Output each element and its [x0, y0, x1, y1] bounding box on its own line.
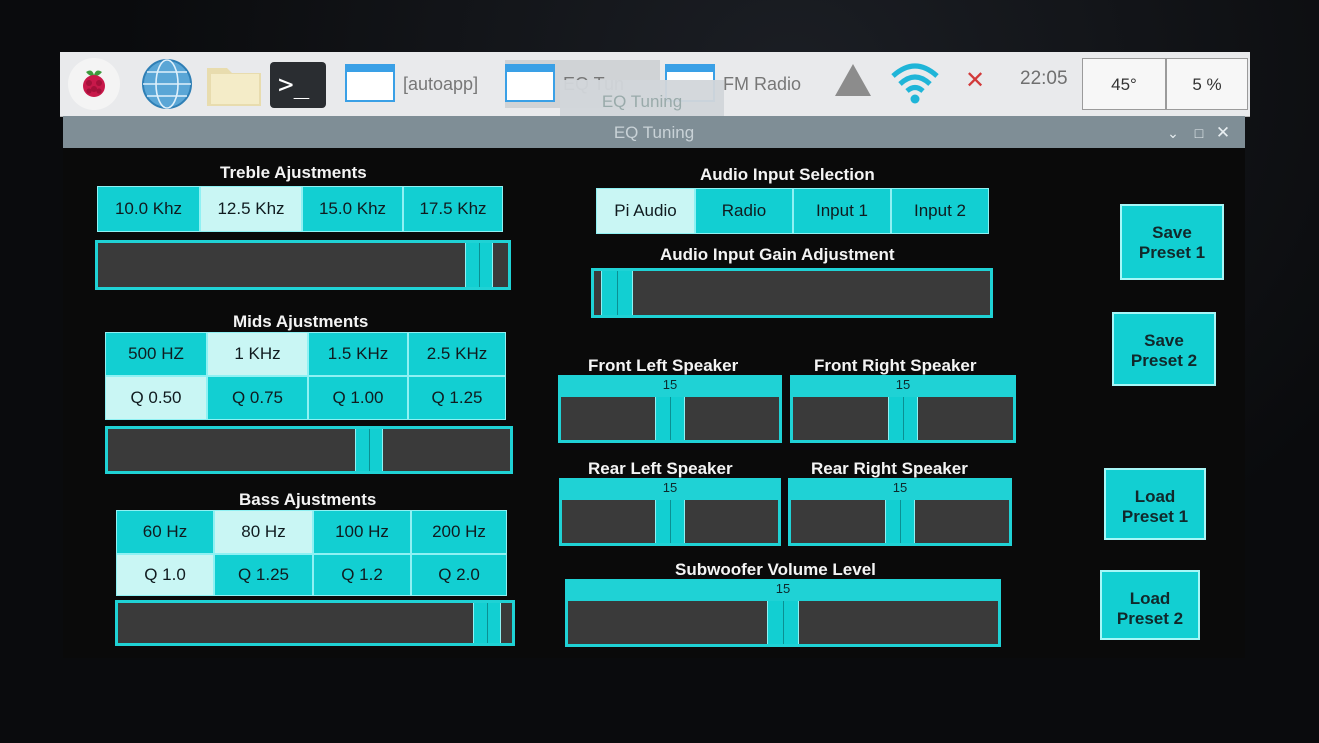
treble-title: Treble Ajustments	[220, 163, 367, 182]
slider-trough	[791, 500, 1009, 543]
bass-q-button[interactable]: Q 1.0	[116, 554, 214, 596]
slider-trough	[108, 429, 510, 471]
mids-freq-button[interactable]: 500 HZ	[105, 332, 207, 376]
window-icon	[505, 64, 555, 102]
bass-slider[interactable]	[115, 600, 515, 646]
close-icon[interactable]: ✕	[1211, 116, 1235, 148]
slider-trough	[793, 397, 1013, 440]
mids-q-button[interactable]: Q 1.00	[308, 376, 408, 420]
bass-freq-button[interactable]: 60 Hz	[116, 510, 214, 554]
cpu-temp-monitor: 45°	[1082, 58, 1166, 110]
slider-trough	[562, 500, 778, 543]
mids-freq-button[interactable]: 2.5 KHz	[408, 332, 506, 376]
rear-right-label: Rear Right Speaker	[811, 459, 968, 478]
slider-value: 15	[662, 377, 678, 392]
rear-left-label: Rear Left Speaker	[588, 459, 733, 478]
volume-muted-icon[interactable]: ✕	[965, 66, 985, 95]
bass-freq-button[interactable]: 80 Hz	[214, 510, 313, 554]
slider-trough	[594, 271, 990, 315]
load-preset-2-button[interactable]: Load Preset 2	[1100, 570, 1200, 640]
bass-freq-button[interactable]: 200 Hz	[411, 510, 507, 554]
audio-input-button[interactable]: Input 1	[793, 188, 891, 234]
wifi-icon[interactable]	[890, 60, 940, 106]
audio-input-button[interactable]: Pi Audio	[596, 188, 695, 234]
slider-handle[interactable]	[888, 397, 918, 440]
window-title: EQ Tuning	[613, 123, 695, 142]
file-manager-icon[interactable]	[205, 58, 263, 110]
slider-value: 15	[662, 480, 678, 495]
slider-handle[interactable]	[767, 601, 799, 644]
web-browser-icon[interactable]	[140, 58, 194, 110]
mids-q-button[interactable]: Q 0.75	[207, 376, 308, 420]
bass-q-button[interactable]: Q 1.2	[313, 554, 411, 596]
audio-input-button[interactable]: Radio	[695, 188, 793, 234]
slider-trough	[561, 397, 779, 440]
eq-tuning-app: Treble Ajustments 10.0 Khz 12.5 Khz 15.0…	[63, 148, 1245, 658]
slider-value: 15	[892, 480, 908, 495]
treble-freq-button[interactable]: 17.5 Khz	[403, 186, 503, 232]
terminal-icon[interactable]: >_	[270, 62, 326, 108]
save-preset-2-button[interactable]: Save Preset 2	[1112, 312, 1216, 386]
audio-input-button[interactable]: Input 2	[891, 188, 989, 234]
bass-title: Bass Ajustments	[239, 490, 377, 509]
taskbar-window-label: [autoapp]	[403, 74, 479, 94]
front-right-slider[interactable]: 15	[790, 375, 1016, 443]
mids-slider[interactable]	[105, 426, 513, 474]
mids-title: Mids Ajustments	[233, 312, 369, 331]
mids-freq-button[interactable]: 1 KHz	[207, 332, 308, 376]
bass-q-button[interactable]: Q 1.25	[214, 554, 313, 596]
slider-trough	[568, 601, 998, 644]
taskbar-window-label: FM Radio	[723, 74, 802, 94]
slider-handle[interactable]	[465, 243, 493, 287]
front-right-label: Front Right Speaker	[814, 356, 977, 375]
load-preset-1-button[interactable]: Load Preset 1	[1104, 468, 1206, 540]
minimize-icon[interactable]: ⌄	[1161, 116, 1185, 148]
audio-input-title: Audio Input Selection	[700, 165, 875, 184]
treble-freq-button[interactable]: 12.5 Khz	[200, 186, 302, 232]
rear-left-slider[interactable]: 15	[559, 478, 781, 546]
rear-right-slider[interactable]: 15	[788, 478, 1012, 546]
slider-trough	[98, 243, 508, 287]
slider-handle[interactable]	[601, 271, 633, 315]
subwoofer-label: Subwoofer Volume Level	[675, 560, 876, 579]
bass-q-button[interactable]: Q 2.0	[411, 554, 507, 596]
slider-handle[interactable]	[473, 603, 501, 643]
front-left-slider[interactable]: 15	[558, 375, 782, 443]
slider-value: 15	[775, 581, 791, 596]
slider-handle[interactable]	[655, 500, 685, 543]
slider-handle[interactable]	[655, 397, 685, 440]
eject-icon[interactable]	[835, 64, 871, 96]
cpu-usage-monitor: 5 %	[1166, 58, 1248, 110]
gain-slider[interactable]	[591, 268, 993, 318]
mids-q-button[interactable]: Q 0.50	[105, 376, 207, 420]
slider-value: 15	[895, 377, 911, 392]
slider-handle[interactable]	[885, 500, 915, 543]
mids-freq-button[interactable]: 1.5 KHz	[308, 332, 408, 376]
slider-handle[interactable]	[355, 429, 383, 471]
treble-slider[interactable]	[95, 240, 511, 290]
gain-title: Audio Input Gain Adjustment	[660, 245, 895, 264]
raspberry-menu-icon[interactable]	[68, 58, 120, 110]
taskbar-window-autoapp[interactable]: [autoapp]	[345, 60, 505, 108]
window-icon	[345, 64, 395, 102]
treble-freq-button[interactable]: 10.0 Khz	[97, 186, 200, 232]
front-left-label: Front Left Speaker	[588, 356, 739, 375]
subwoofer-slider[interactable]: 15	[565, 579, 1001, 647]
bass-freq-button[interactable]: 100 Hz	[313, 510, 411, 554]
maximize-icon[interactable]: □	[1187, 116, 1211, 148]
mids-q-button[interactable]: Q 1.25	[408, 376, 506, 420]
clock: 22:05	[1020, 68, 1068, 89]
window-titlebar[interactable]: EQ Tuning ⌄ □ ✕	[63, 116, 1245, 148]
treble-freq-button[interactable]: 15.0 Khz	[302, 186, 403, 232]
save-preset-1-button[interactable]: Save Preset 1	[1120, 204, 1224, 280]
slider-trough	[118, 603, 512, 643]
